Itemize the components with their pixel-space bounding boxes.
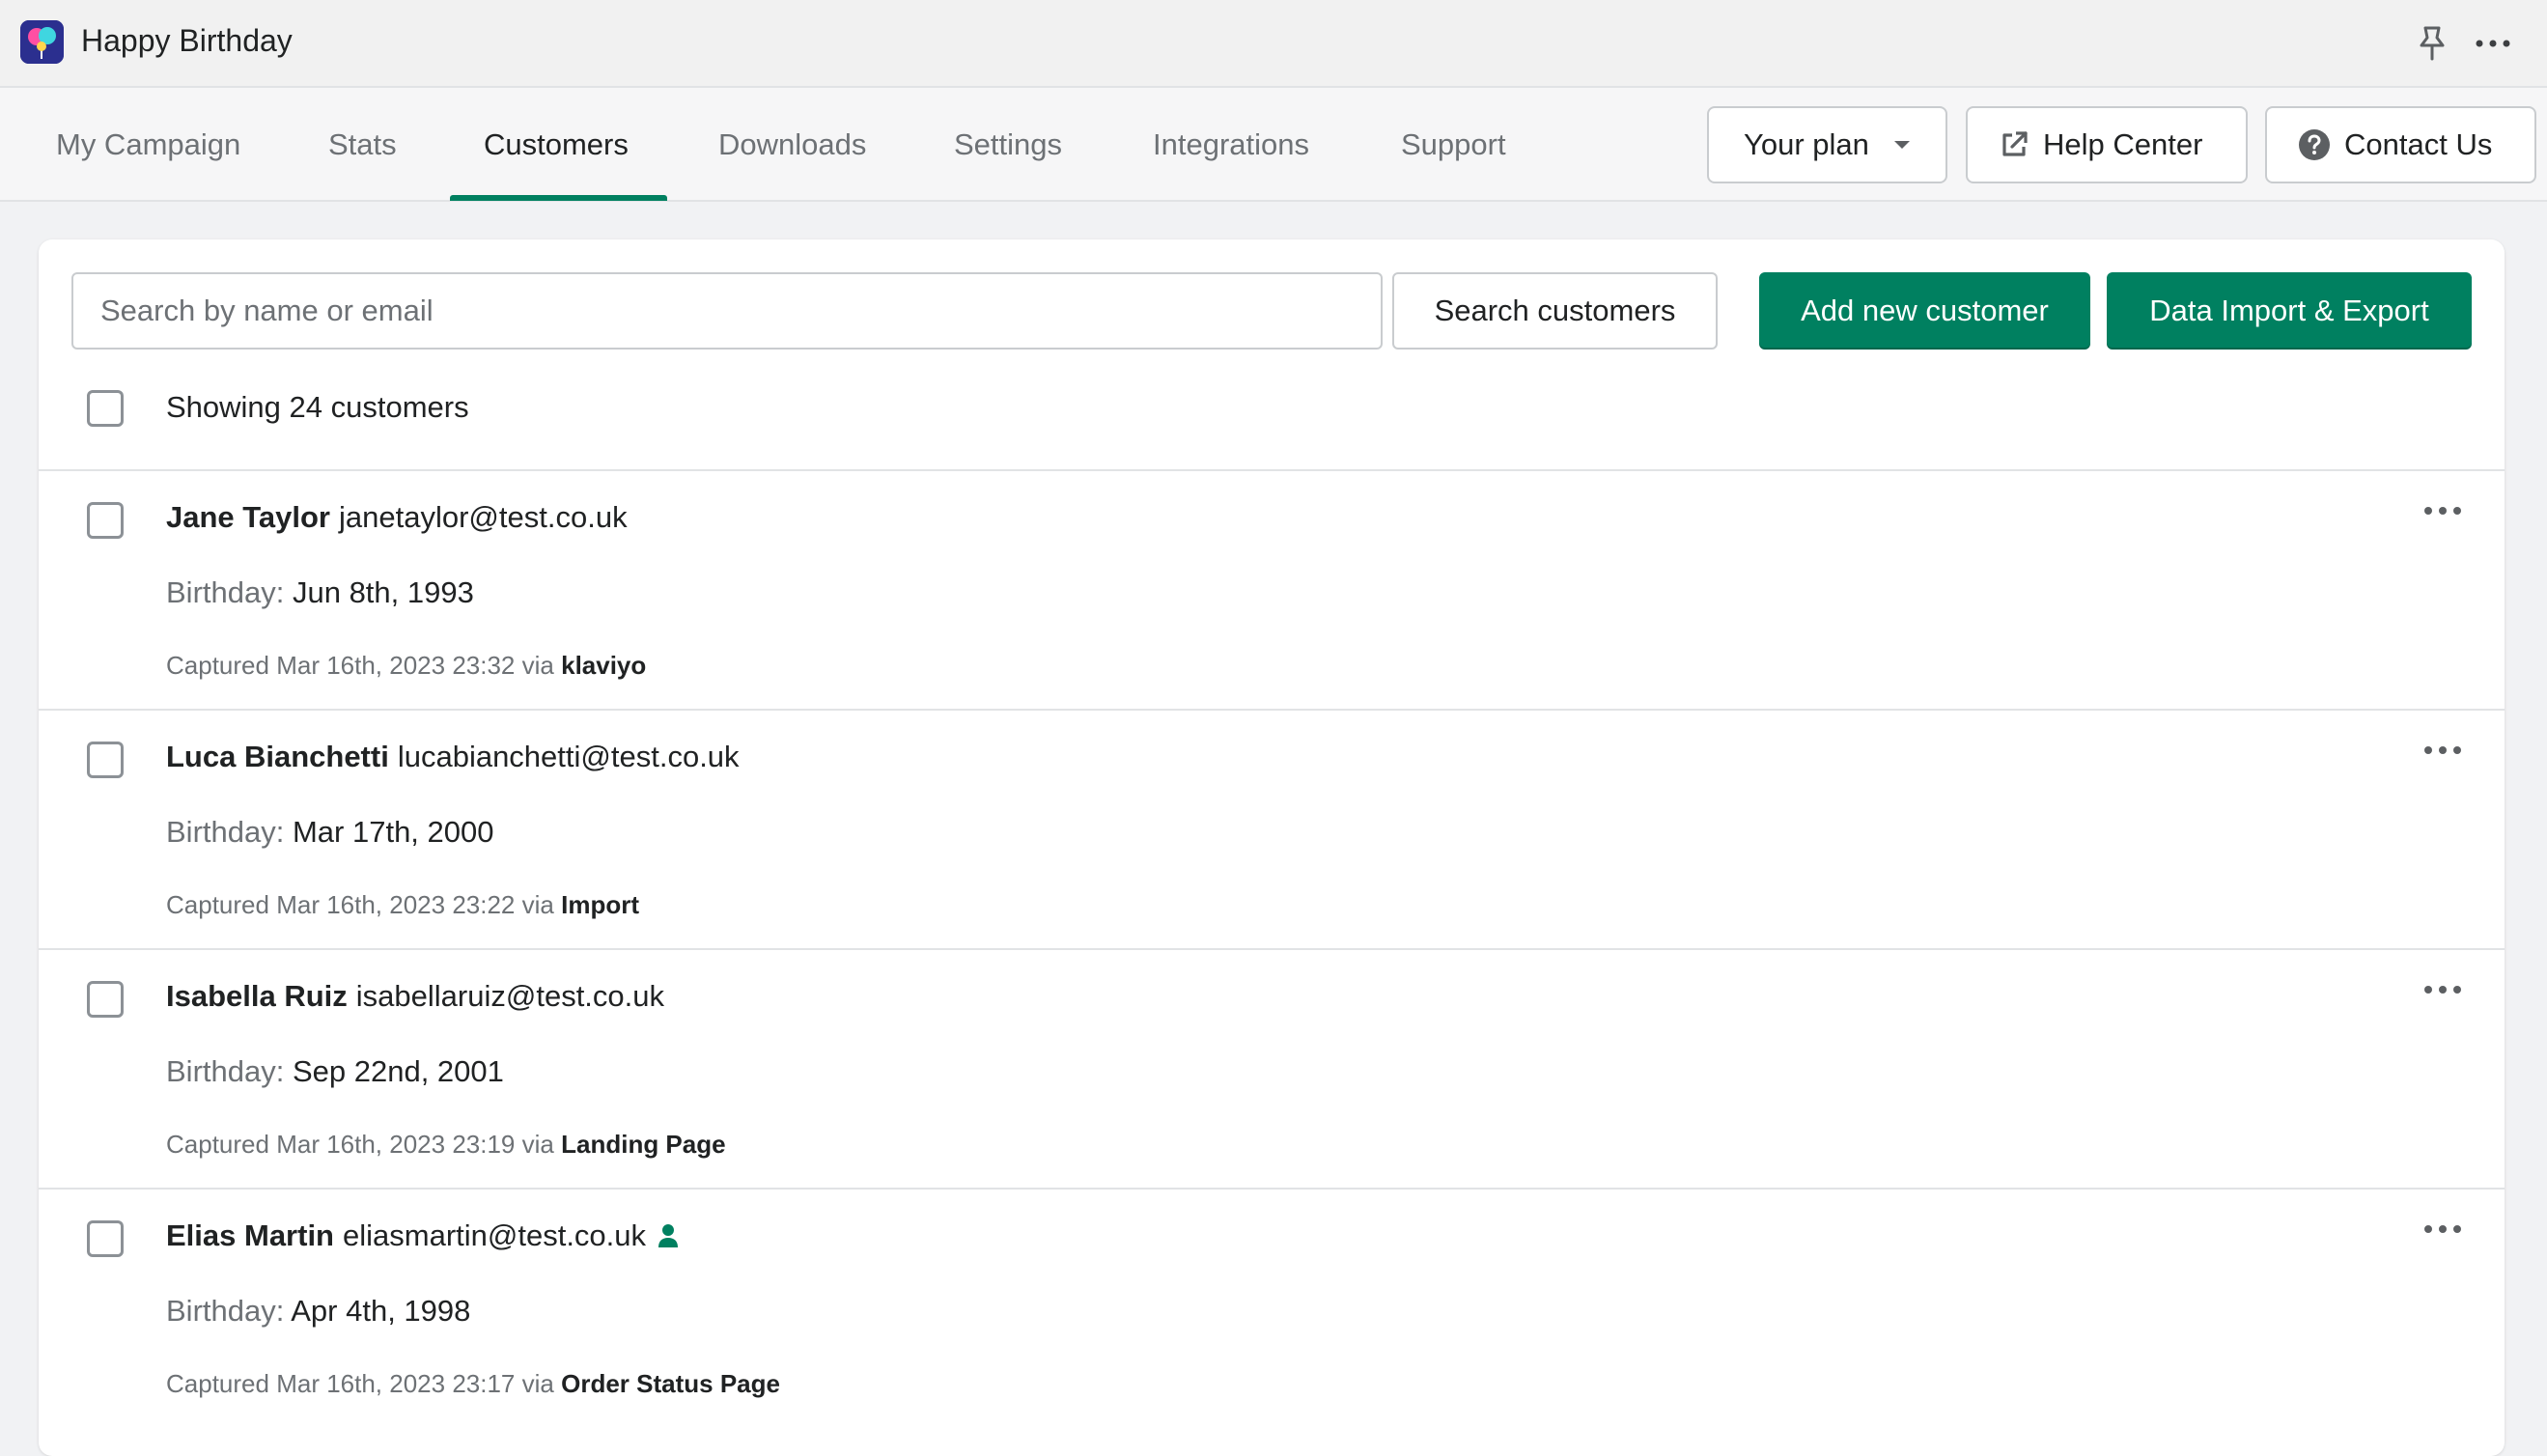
birthday-label: Birthday: — [166, 1294, 285, 1328]
birthday-value: Apr 4th, 1998 — [291, 1294, 471, 1328]
captured-date: Mar 16th, 2023 23:22 — [276, 890, 516, 919]
app-logo-icon — [20, 20, 64, 64]
tab-stats[interactable]: Stats — [328, 88, 397, 200]
caret-down-icon — [1893, 141, 1910, 149]
captured-prefix: Captured — [166, 1130, 269, 1159]
via-label: via — [521, 1369, 554, 1398]
pin-icon[interactable] — [2416, 24, 2449, 63]
customer-captured: Captured Mar 16th, 2023 23:32 via klaviy… — [166, 651, 646, 681]
tab-settings[interactable]: Settings — [954, 88, 1062, 200]
customers-card: Search customers Add new customer Data I… — [39, 239, 2505, 1456]
row-more-icon[interactable] — [2421, 496, 2464, 525]
customer-email: lucabianchetti@test.co.uk — [397, 740, 740, 773]
customer-birthday: Birthday: Apr 4th, 1998 — [166, 1294, 470, 1329]
help-center-label: Help Center — [2043, 127, 2203, 161]
row-more-icon[interactable] — [2421, 736, 2464, 765]
tab-my-campaign[interactable]: My Campaign — [56, 88, 240, 200]
birthday-value: Sep 22nd, 2001 — [292, 1054, 504, 1088]
customer-identity: Elias Martin eliasmartin@test.co.uk — [166, 1218, 679, 1253]
external-link-icon — [2002, 131, 2028, 156]
customer-row: Elias Martin eliasmartin@test.co.uk Birt… — [39, 1188, 2505, 1419]
data-import-export-button[interactable]: Data Import & Export — [2107, 272, 2472, 350]
captured-date: Mar 16th, 2023 23:19 — [276, 1130, 516, 1159]
customer-checkbox[interactable] — [87, 1220, 124, 1257]
help-center-button[interactable]: Help Center — [1966, 106, 2248, 183]
capture-source: Landing Page — [561, 1130, 726, 1159]
customer-birthday: Birthday: Mar 17th, 2000 — [166, 815, 494, 850]
customer-identity: Luca Bianchetti lucabianchetti@test.co.u… — [166, 740, 740, 774]
captured-prefix: Captured — [166, 890, 269, 919]
showing-count: Showing 24 customers — [166, 390, 469, 424]
customer-email: isabellaruiz@test.co.uk — [355, 979, 665, 1013]
search-customers-button[interactable]: Search customers — [1392, 272, 1718, 350]
row-more-icon[interactable] — [2421, 975, 2464, 1004]
customer-identity: Jane Taylor janetaylor@test.co.uk — [166, 500, 628, 535]
capture-source: klaviyo — [561, 651, 647, 680]
person-icon — [658, 1224, 679, 1247]
customer-birthday: Birthday: Sep 22nd, 2001 — [166, 1054, 504, 1089]
customer-identity: Isabella Ruiz isabellaruiz@test.co.uk — [166, 979, 664, 1014]
tab-integrations[interactable]: Integrations — [1153, 88, 1309, 200]
customer-checkbox[interactable] — [87, 981, 124, 1018]
question-circle-icon — [2299, 129, 2330, 160]
via-label: via — [521, 890, 554, 919]
customer-name: Elias Martin — [166, 1218, 334, 1252]
contact-us-label: Contact Us — [2344, 127, 2493, 161]
add-new-customer-button[interactable]: Add new customer — [1759, 272, 2090, 350]
birthday-label: Birthday: — [166, 1054, 285, 1088]
your-plan-label: Your plan — [1744, 127, 1869, 161]
captured-prefix: Captured — [166, 1369, 269, 1398]
customer-checkbox[interactable] — [87, 502, 124, 539]
your-plan-dropdown[interactable]: Your plan — [1707, 106, 1947, 183]
capture-source: Import — [561, 890, 639, 919]
birthday-value: Jun 8th, 1993 — [292, 575, 474, 609]
captured-date: Mar 16th, 2023 23:17 — [276, 1369, 516, 1398]
capture-source: Order Status Page — [561, 1369, 780, 1398]
select-all-checkbox[interactable] — [87, 390, 124, 427]
contact-us-button[interactable]: Contact Us — [2265, 106, 2536, 183]
captured-date: Mar 16th, 2023 23:32 — [276, 651, 516, 680]
title-bar: Happy Birthday — [0, 0, 2547, 88]
tab-support[interactable]: Support — [1401, 88, 1506, 200]
customer-captured: Captured Mar 16th, 2023 23:19 via Landin… — [166, 1130, 726, 1160]
customer-captured: Captured Mar 16th, 2023 23:17 via Order … — [166, 1369, 780, 1399]
customer-row: Isabella Ruiz isabellaruiz@test.co.uk Bi… — [39, 948, 2505, 1188]
customer-email: janetaylor@test.co.uk — [339, 500, 628, 534]
via-label: via — [521, 651, 554, 680]
customer-name: Isabella Ruiz — [166, 979, 348, 1013]
customer-birthday: Birthday: Jun 8th, 1993 — [166, 575, 474, 610]
tab-downloads[interactable]: Downloads — [718, 88, 866, 200]
search-input[interactable] — [71, 272, 1383, 350]
more-horizontal-icon[interactable] — [2474, 24, 2512, 63]
birthday-label: Birthday: — [166, 575, 285, 609]
via-label: via — [521, 1130, 554, 1159]
customer-name: Luca Bianchetti — [166, 740, 389, 773]
customer-checkbox[interactable] — [87, 742, 124, 778]
active-tab-indicator — [450, 195, 667, 201]
tab-customers[interactable]: Customers — [484, 88, 629, 200]
row-more-icon[interactable] — [2421, 1215, 2464, 1244]
customer-name: Jane Taylor — [166, 500, 331, 534]
customer-row: Luca Bianchetti lucabianchetti@test.co.u… — [39, 709, 2505, 948]
customer-email: eliasmartin@test.co.uk — [343, 1218, 647, 1252]
birthday-label: Birthday: — [166, 815, 285, 849]
captured-prefix: Captured — [166, 651, 269, 680]
birthday-value: Mar 17th, 2000 — [292, 815, 494, 849]
customer-row: Jane Taylor janetaylor@test.co.uk Birthd… — [39, 469, 2505, 709]
app-title: Happy Birthday — [81, 23, 293, 58]
customer-captured: Captured Mar 16th, 2023 23:22 via Import — [166, 890, 639, 920]
